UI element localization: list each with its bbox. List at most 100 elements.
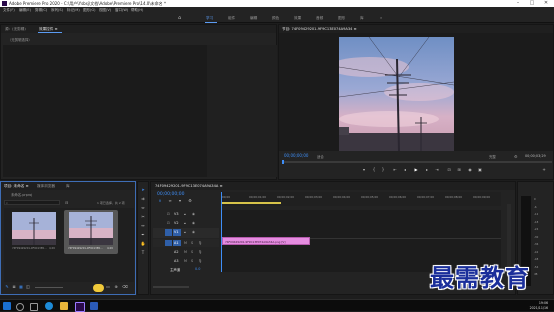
snap-icon[interactable]: ∩ bbox=[157, 198, 163, 203]
selection-tool-icon[interactable]: ➤ bbox=[140, 187, 146, 192]
source-patch-a1[interactable] bbox=[165, 240, 172, 246]
tab-sequence[interactable]: 74F09429201-9F9C13E074A9A34A ≡ bbox=[155, 184, 222, 188]
ripple-edit-icon[interactable]: ⇔ bbox=[140, 205, 146, 210]
workspace-more-button[interactable]: » bbox=[380, 16, 382, 20]
eye-icon[interactable]: ◉ bbox=[192, 221, 195, 225]
razor-icon[interactable]: ✂ bbox=[140, 214, 146, 219]
new-item-icon[interactable]: ⊕ bbox=[113, 284, 119, 289]
search-icon[interactable] bbox=[16, 303, 24, 311]
source-patch-v1[interactable] bbox=[165, 229, 172, 236]
track-header-a2[interactable]: A2 M S 🎙︎ bbox=[153, 248, 219, 256]
track-header-a3[interactable]: A3 M S 🎙︎ bbox=[153, 257, 219, 265]
mute-button[interactable]: M bbox=[184, 259, 187, 263]
track-header-v1[interactable]: V1 🔒︎ ◉ bbox=[153, 228, 219, 238]
icon-view-icon[interactable]: ▦ bbox=[18, 284, 24, 289]
playhead-marker[interactable] bbox=[282, 160, 284, 164]
solo-button[interactable]: S bbox=[191, 241, 193, 245]
bin-filter-icon[interactable]: ⊟ bbox=[65, 200, 68, 205]
microphone-icon[interactable]: 🎙︎ bbox=[198, 241, 202, 245]
mute-button[interactable]: M bbox=[184, 241, 187, 245]
tab-project[interactable]: 项目: 未命名 ≡ bbox=[4, 184, 28, 189]
solo-button[interactable]: S bbox=[191, 259, 193, 263]
overwrite-icon[interactable]: ⊞ bbox=[456, 167, 462, 172]
workspace-tab-libraries[interactable]: 库 bbox=[360, 16, 364, 21]
tab-libraries[interactable]: 库 bbox=[66, 184, 70, 189]
sogou-input-icon[interactable] bbox=[93, 284, 104, 292]
pen-icon[interactable]: ✒ bbox=[140, 232, 146, 237]
maximize-button[interactable]: □ bbox=[525, 0, 539, 7]
solo-button[interactable]: S bbox=[191, 250, 193, 254]
zoom-slider[interactable] bbox=[35, 287, 63, 288]
mute-button[interactable]: M bbox=[184, 250, 187, 254]
master-volume[interactable]: 0.0 bbox=[195, 267, 200, 271]
track-select-icon[interactable]: ⇉ bbox=[140, 196, 146, 201]
tab-source[interactable]: 源：(无剪辑) bbox=[5, 27, 26, 32]
track-target[interactable]: ⊡ bbox=[167, 212, 170, 216]
track-header-v3[interactable]: ⊡ V3 🔒︎ ◉ bbox=[153, 210, 219, 218]
word-icon[interactable] bbox=[90, 302, 98, 310]
workspace-tab-editing[interactable]: 编辑 bbox=[250, 16, 257, 21]
add-button[interactable]: + bbox=[541, 167, 547, 172]
step-back-icon[interactable]: ◂ bbox=[402, 167, 408, 172]
lock-icon[interactable]: 🔒︎ bbox=[184, 212, 186, 216]
track-header-a1[interactable]: A1 M S 🎙︎ bbox=[153, 239, 219, 247]
workspace-tab-audio[interactable]: 音频 bbox=[316, 16, 323, 21]
program-title[interactable]: 节目: 74F09429201-9F9C13E074A9A34 ≡ bbox=[282, 27, 357, 32]
microphone-icon[interactable]: 🎙︎ bbox=[198, 250, 202, 254]
windows-icon[interactable] bbox=[3, 302, 11, 310]
timeline-scrollbar[interactable] bbox=[153, 286, 189, 288]
new-bin-icon[interactable]: ▭ bbox=[105, 284, 111, 289]
lock-icon[interactable]: 🔒︎ bbox=[184, 230, 186, 234]
step-forward-icon[interactable]: ▸ bbox=[424, 167, 430, 172]
workspace-tab-learn[interactable]: 学习 bbox=[206, 16, 213, 21]
task-view-icon[interactable] bbox=[30, 303, 38, 311]
microphone-icon[interactable]: 🎙︎ bbox=[198, 259, 202, 263]
fit-dropdown[interactable]: 适合 bbox=[317, 154, 324, 159]
trash-icon[interactable]: ⌫ bbox=[122, 284, 128, 289]
timeline-timecode[interactable]: 00;00;00;00 bbox=[157, 192, 184, 197]
workspace-tab-graphics[interactable]: 图形 bbox=[338, 16, 345, 21]
playhead-line[interactable] bbox=[221, 192, 222, 272]
workspace-tab-assembly[interactable]: 组件 bbox=[228, 16, 235, 21]
hand-icon[interactable]: ✋ bbox=[140, 241, 146, 246]
settings-wrench-icon[interactable]: ⚙ bbox=[187, 198, 193, 203]
insert-icon[interactable]: ⊡ bbox=[446, 167, 452, 172]
explorer-icon[interactable] bbox=[60, 302, 68, 310]
minimize-button[interactable]: – bbox=[511, 0, 525, 7]
lock-icon[interactable]: 🔒︎ bbox=[184, 221, 186, 225]
edge-icon[interactable] bbox=[45, 302, 53, 310]
eye-icon[interactable]: ◉ bbox=[192, 230, 195, 234]
wrench-icon[interactable]: ⚙ bbox=[514, 154, 518, 159]
close-button[interactable]: ✕ bbox=[539, 0, 553, 7]
playhead-bar[interactable] bbox=[282, 160, 552, 164]
freeform-view-icon[interactable]: ◫ bbox=[25, 284, 31, 289]
export-frame-icon[interactable]: ◉ bbox=[467, 167, 473, 172]
quality-dropdown[interactable]: 完整 bbox=[489, 154, 496, 159]
play-icon[interactable]: ▶ bbox=[413, 167, 419, 172]
project-item[interactable]: 74F09429201-9F9C13E0... 4;29 bbox=[8, 210, 60, 254]
go-to-out-icon[interactable]: ⇥ bbox=[434, 167, 440, 172]
home-icon[interactable]: ⌂ bbox=[178, 15, 181, 21]
work-area-bar[interactable] bbox=[221, 202, 281, 204]
tab-media-browser[interactable]: 媒体浏览器 bbox=[37, 184, 55, 189]
timeline-clip[interactable]: 74F09429201-9F9C13E074A9A34A.png [V] bbox=[222, 237, 310, 245]
out-point-icon[interactable]: } bbox=[380, 167, 386, 172]
track-target[interactable]: ⊡ bbox=[167, 221, 170, 225]
linked-selection-icon[interactable]: ∞ bbox=[167, 198, 173, 203]
eye-icon[interactable]: ◉ bbox=[192, 212, 195, 216]
lock-icon[interactable]: ✎ bbox=[4, 284, 10, 289]
compare-icon[interactable]: ▣ bbox=[477, 167, 483, 172]
type-icon[interactable]: T bbox=[140, 250, 146, 255]
program-timecode[interactable]: 00;00;00;00 bbox=[284, 153, 308, 158]
list-view-icon[interactable]: ≣ bbox=[11, 284, 17, 289]
marker-icon[interactable]: ▾ bbox=[361, 167, 367, 172]
clock[interactable]: 19:06 2021/11/16 bbox=[530, 301, 548, 310]
add-marker-icon[interactable]: ▾ bbox=[177, 198, 183, 203]
workspace-tab-color[interactable]: 颜色 bbox=[272, 16, 279, 21]
track-header-v2[interactable]: ⊡ V2 🔒︎ ◉ bbox=[153, 219, 219, 227]
time-ruler[interactable]: ;00;00 00;00;01;00 00;00;02;00 00;00;03;… bbox=[221, 192, 501, 206]
go-to-in-icon[interactable]: ⇤ bbox=[392, 167, 398, 172]
in-point-icon[interactable]: { bbox=[371, 167, 377, 172]
project-item-selected[interactable]: 74F09429201-9F9C13E0... 4;29 bbox=[64, 210, 118, 254]
workspace-tab-effects[interactable]: 效果 bbox=[294, 16, 301, 21]
